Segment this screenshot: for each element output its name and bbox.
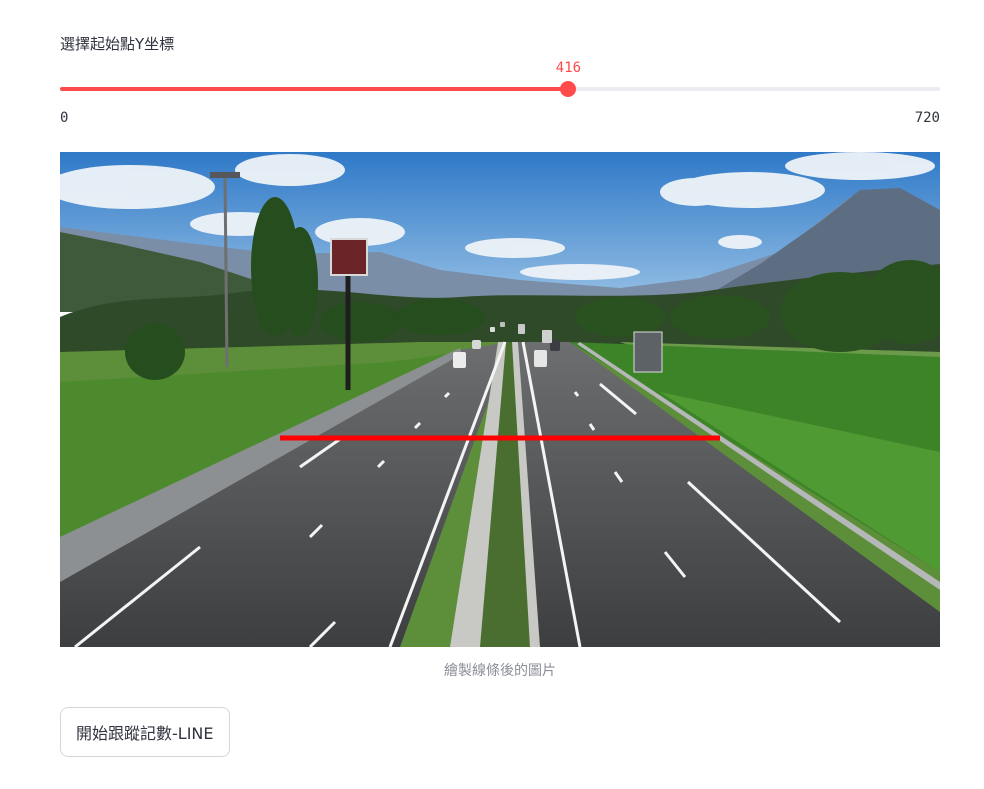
slider-value: 416 [555, 60, 582, 76]
start-tracking-button[interactable]: 開始跟蹤記數-LINE [60, 707, 230, 757]
slider-label: 選擇起始點Y坐標 [60, 35, 175, 53]
slider-fill [60, 87, 569, 91]
slider-thumb[interactable] [560, 81, 577, 97]
highway-image [60, 152, 940, 647]
image-caption: 繪製線條後的圖片 [444, 663, 556, 679]
slider-track[interactable] [60, 87, 940, 91]
slider-min-label: 0 [60, 110, 69, 126]
slider-max-label: 720 [914, 110, 940, 126]
